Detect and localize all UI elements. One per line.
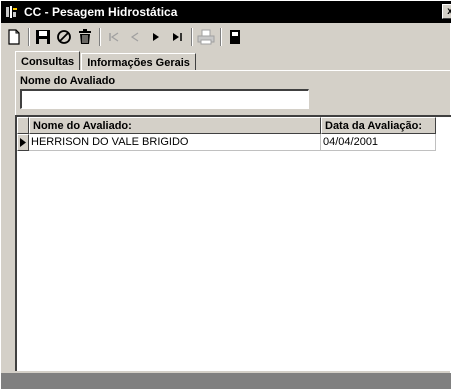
first-record-button[interactable]: [104, 27, 124, 47]
previous-record-button[interactable]: [125, 27, 145, 47]
app-window: CC - Pesagem Hidrostática x Consultas In…: [0, 0, 451, 389]
search-label: Nome do Avaliado: [20, 75, 116, 87]
header-indicator-cell: [17, 117, 29, 134]
title-bar[interactable]: CC - Pesagem Hidrostática x: [1, 1, 451, 23]
print-button[interactable]: [196, 27, 216, 47]
status-bar: [1, 373, 451, 389]
cancel-button[interactable]: [54, 27, 74, 47]
next-record-icon: [153, 33, 159, 41]
exit-button[interactable]: [225, 27, 245, 47]
tab-consultas[interactable]: Consultas: [15, 51, 81, 71]
column-header-date[interactable]: Data da Avaliação:: [321, 117, 436, 134]
new-button[interactable]: [4, 27, 24, 47]
delete-trash-icon: [79, 29, 91, 44]
row-indicator: [17, 134, 29, 151]
toolbar-separator: [191, 28, 193, 46]
tab-informacoes-gerais[interactable]: Informações Gerais: [81, 53, 196, 71]
cancel-icon: [57, 30, 71, 44]
last-record-icon: [173, 33, 182, 41]
results-grid[interactable]: Nome do Avaliado: Data da Avaliação: HER…: [15, 115, 451, 371]
grid-header: Nome do Avaliado: Data da Avaliação:: [17, 117, 436, 134]
cell-date[interactable]: 04/04/2001: [321, 134, 436, 151]
save-button[interactable]: [33, 27, 53, 47]
table-row[interactable]: HERRISON DO VALE BRIGIDO 04/04/2001: [17, 134, 436, 151]
new-document-icon: [8, 29, 20, 45]
toolbar: [1, 24, 451, 50]
search-input[interactable]: [20, 89, 309, 109]
next-record-button[interactable]: [146, 27, 166, 47]
save-icon: [36, 30, 50, 44]
window-title: CC - Pesagem Hidrostática: [24, 5, 178, 19]
tab-strip: Consultas Informações Gerais: [15, 51, 197, 71]
app-icon: [4, 4, 20, 20]
close-button[interactable]: x: [442, 4, 451, 19]
exit-door-icon: [230, 30, 240, 44]
last-record-button[interactable]: [167, 27, 187, 47]
delete-button[interactable]: [75, 27, 95, 47]
column-header-name[interactable]: Nome do Avaliado:: [29, 117, 321, 134]
print-icon: [197, 29, 215, 45]
current-row-arrow-icon: [20, 138, 26, 147]
toolbar-separator: [99, 28, 101, 46]
first-record-icon: [109, 32, 119, 42]
previous-record-icon: [130, 32, 139, 42]
toolbar-separator: [28, 28, 30, 46]
close-icon: x: [447, 6, 451, 17]
cell-name[interactable]: HERRISON DO VALE BRIGIDO: [29, 134, 321, 151]
toolbar-separator: [220, 28, 222, 46]
